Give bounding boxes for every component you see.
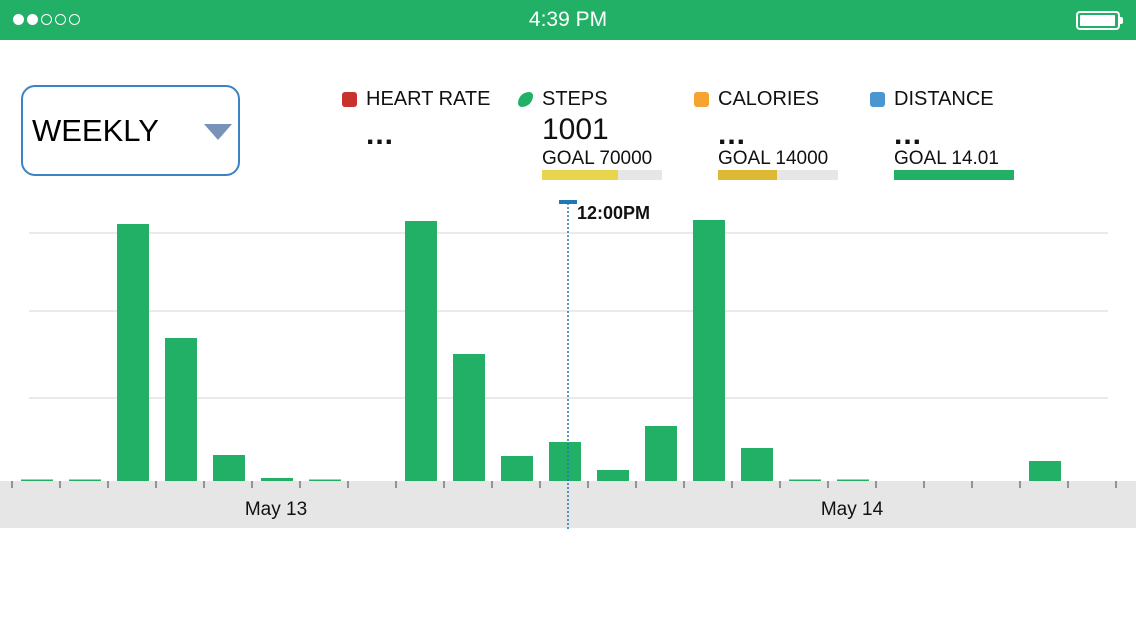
x-axis-label: May 13 [245,499,307,520]
chart-bar [741,448,773,481]
chart-bar [69,479,101,481]
chart-bar [117,224,149,481]
chart-bar [597,470,629,481]
chart-bar [213,455,245,481]
chart-bar [21,479,53,481]
chart-bar [453,354,485,481]
x-axis-label: May 14 [821,499,884,520]
chart-bar [501,456,533,481]
chart-bar [261,478,293,481]
chart-bar [405,221,437,481]
chart-bar [1029,461,1061,481]
chart-bar [693,220,725,481]
chart-bar [165,338,197,481]
steps-bar-chart[interactable]: May 13 May 14 12:00PM [0,0,1136,640]
chart-bar [549,442,581,481]
chart-bar [645,426,677,481]
chart-bar [309,479,341,481]
time-cursor-label: 12:00PM [577,203,650,223]
chart-bar [789,479,821,481]
chart-bar [837,479,869,481]
time-cursor-handle [559,200,577,204]
